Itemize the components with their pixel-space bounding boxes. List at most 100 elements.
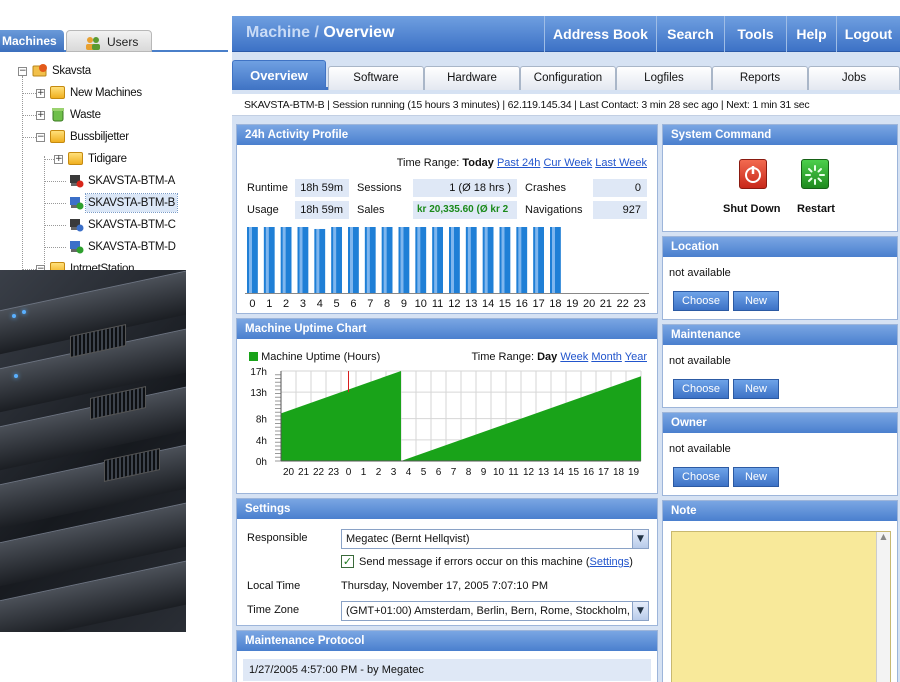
uptime-time-range: Time Range: Day Week Month Year (471, 351, 647, 363)
activity-bar-highlight (451, 227, 454, 293)
tab-reports[interactable]: Reports (712, 66, 808, 90)
tab-logfiles[interactable]: Logfiles (616, 66, 712, 90)
activity-tick-label: 1 (266, 298, 272, 310)
collapse-icon[interactable]: − (18, 67, 27, 76)
tab-jobs[interactable]: Jobs (808, 66, 900, 90)
chevron-down-icon: ▼ (632, 602, 648, 620)
maintenance-choose-button[interactable]: Choose (673, 379, 729, 399)
link-year[interactable]: Year (625, 351, 647, 363)
activity-time-range: Time Range: Today Past 24h Cur Week Last… (396, 157, 647, 169)
legend-label: Machine Uptime (Hours) (261, 351, 381, 363)
note-textarea[interactable]: ▲ (671, 531, 891, 682)
restart-icon (805, 165, 825, 185)
location-choose-button[interactable]: Choose (673, 291, 729, 311)
maintenance-protocol-panel: Maintenance Protocol 1/27/2005 4:57:00 P… (236, 630, 658, 682)
expand-icon[interactable]: + (36, 111, 45, 120)
tree-label: SKAVSTA-BTM-A (88, 175, 176, 187)
link-past-24h[interactable]: Past 24h (497, 157, 540, 169)
tab-users-label: Users (107, 35, 139, 49)
uptime-x-tick: 17 (598, 467, 610, 478)
users-icon (85, 35, 101, 50)
stat-value-navigations: 927 (593, 201, 647, 219)
local-time-value: Thursday, November 17, 2005 7:07:10 PM (341, 580, 549, 592)
link-last-week[interactable]: Last Week (595, 157, 647, 169)
stat-value-runtime: 18h 59m (295, 179, 349, 197)
expand-icon[interactable]: + (54, 155, 63, 164)
uptime-x-tick: 3 (391, 467, 397, 478)
uptime-y-tick: 17h (250, 367, 267, 378)
activity-bar (381, 227, 393, 293)
activity-tick-label: 2 (283, 298, 289, 310)
activity-tick-label: 11 (432, 298, 443, 310)
machine-warning-icon (68, 173, 84, 188)
panel-title: Owner (663, 413, 897, 433)
location-new-button[interactable]: New (733, 291, 779, 311)
nav-tools[interactable]: Tools (724, 16, 786, 52)
scroll-up-icon[interactable]: ▲ (877, 532, 890, 541)
server-rack-photo (0, 270, 186, 632)
notify-text: Send message if errors occur on this mac… (359, 556, 633, 568)
maintenance-new-button[interactable]: New (733, 379, 779, 399)
activity-tick-label: 4 (317, 298, 323, 310)
activity-bar-highlight (484, 227, 488, 293)
activity-bar-highlight (434, 227, 438, 293)
activity-bar (550, 227, 561, 293)
activity-bar (449, 227, 460, 293)
time-range-current: Today (462, 157, 494, 169)
owner-value: not available (669, 443, 731, 455)
activity-tick-label: 9 (401, 298, 407, 310)
notify-settings-link[interactable]: Settings (590, 556, 630, 568)
note-scrollbar[interactable]: ▲ (876, 532, 890, 682)
responsible-select[interactable]: Megatec (Bernt Hellqvist) ▼ (341, 529, 649, 549)
collapse-icon[interactable]: − (36, 133, 45, 142)
uptime-x-tick: 1 (361, 467, 367, 478)
link-week[interactable]: Week (560, 351, 588, 363)
stat-label: Sessions (357, 182, 402, 194)
owner-new-button[interactable]: New (733, 467, 779, 487)
uptime-y-tick: 8h (256, 415, 267, 426)
activity-tick-label: 16 (516, 298, 528, 310)
time-zone-select[interactable]: (GMT+01:00) Amsterdam, Berlin, Bern, Rom… (341, 601, 649, 621)
shutdown-label[interactable]: Shut Down (723, 203, 780, 215)
location-panel: Location not available Choose New (662, 236, 898, 320)
left-tab-bar: Machines Users (0, 28, 228, 52)
stat-value-sales: kr 20,335.60 (Ø kr 2 (413, 201, 517, 219)
activity-bar (533, 227, 544, 293)
tab-overview[interactable]: Overview (232, 60, 326, 90)
machine-icon (68, 217, 84, 232)
tree-label: Tidigare (88, 153, 127, 165)
notify-checkbox[interactable]: ✓ (341, 555, 354, 568)
folder-open-icon (50, 130, 65, 143)
nav-address-book[interactable]: Address Book (544, 16, 656, 52)
tab-configuration[interactable]: Configuration (520, 66, 616, 90)
uptime-legend: Machine Uptime (Hours) (249, 351, 380, 363)
owner-choose-button[interactable]: Choose (673, 467, 729, 487)
expand-icon[interactable]: + (36, 89, 45, 98)
uptime-x-tick: 9 (481, 467, 487, 478)
link-month[interactable]: Month (591, 351, 622, 363)
activity-bar (465, 227, 477, 293)
link-cur-week[interactable]: Cur Week (543, 157, 592, 169)
activity-tick-label: 7 (367, 298, 373, 310)
nav-help[interactable]: Help (786, 16, 836, 52)
tab-software[interactable]: Software (328, 66, 424, 90)
activity-tick-label: 14 (482, 298, 494, 310)
restart-button[interactable] (801, 159, 829, 189)
nav-search[interactable]: Search (656, 16, 724, 52)
protocol-entry[interactable]: 1/27/2005 4:57:00 PM - by Megatec (243, 659, 651, 681)
power-icon (745, 166, 761, 183)
shutdown-button[interactable] (739, 159, 767, 189)
uptime-x-tick: 23 (328, 467, 340, 478)
nav-logout[interactable]: Logout (836, 16, 900, 52)
uptime-x-tick: 4 (406, 467, 412, 478)
activity-bar (297, 227, 309, 293)
folder-icon (68, 152, 83, 165)
tab-machines[interactable]: Machines (0, 30, 64, 52)
tab-users[interactable]: Users (66, 30, 152, 52)
panel-title: System Command (663, 125, 897, 145)
tab-hardware[interactable]: Hardware (424, 66, 520, 90)
uptime-x-tick: 22 (313, 467, 325, 478)
restart-label[interactable]: Restart (797, 203, 835, 215)
uptime-x-tick: 13 (538, 467, 550, 478)
panel-title: Settings (237, 499, 657, 519)
